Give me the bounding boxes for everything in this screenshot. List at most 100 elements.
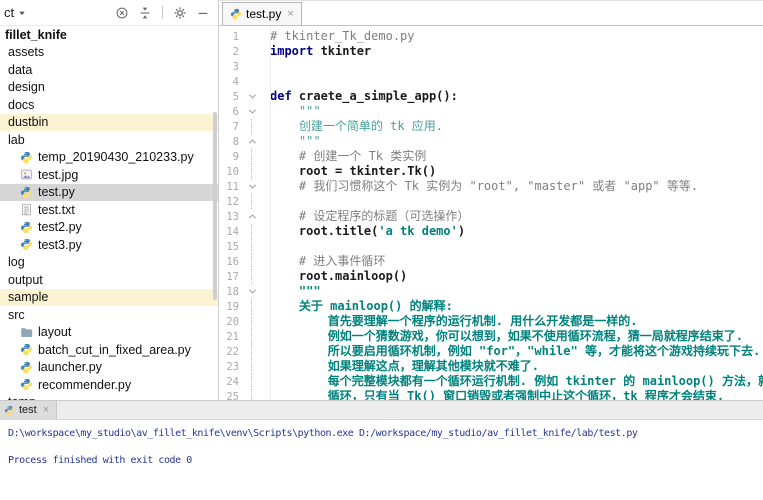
- tree-item-lab[interactable]: lab: [0, 131, 218, 149]
- tree-item-fillet_knife[interactable]: fillet_knife: [0, 26, 218, 44]
- line-number: 24: [219, 376, 245, 388]
- tree-item-log[interactable]: log: [0, 254, 218, 272]
- fold-column: [245, 359, 259, 374]
- project-panel: ct: [0, 0, 219, 400]
- fold-down-icon[interactable]: [245, 104, 259, 119]
- hide-panel-icon[interactable]: [194, 4, 212, 22]
- console-tab-bar: test ×: [0, 401, 763, 420]
- code-text: # tkinter_Tk_demo.py: [259, 29, 415, 44]
- tree-item-label: batch_cut_in_fixed_area.py: [38, 343, 191, 357]
- code-line-13: 13 # 设定程序的标题（可选操作）: [219, 209, 763, 224]
- code-line-21: 21 例如一个猜数游戏，你可以想到，如果不使用循环流程，猜一局就程序结束了.: [219, 329, 763, 344]
- python-file-icon: [230, 8, 242, 20]
- tree-item-design[interactable]: design: [0, 79, 218, 97]
- line-number: 18: [219, 286, 245, 298]
- code-line-3: 3: [219, 59, 763, 74]
- tree-item-layout[interactable]: layout: [0, 324, 218, 342]
- locate-file-icon[interactable]: [113, 4, 131, 22]
- code-text: """: [259, 284, 321, 299]
- fold-column: [245, 224, 259, 239]
- tree-item-label: launcher.py: [38, 360, 102, 374]
- code-line-18: 18 """: [219, 284, 763, 299]
- tree-item-test2.py[interactable]: test2.py: [0, 219, 218, 237]
- tree-item-src[interactable]: src: [0, 306, 218, 324]
- code-text: """: [259, 104, 321, 119]
- collapse-all-icon[interactable]: [136, 4, 154, 22]
- tree-item-data[interactable]: data: [0, 61, 218, 79]
- ide-window: ct: [0, 0, 763, 500]
- editor-tab-test-py[interactable]: test.py ×: [222, 2, 302, 25]
- fold-column: [245, 119, 259, 134]
- tree-item-launcher.py[interactable]: launcher.py: [0, 359, 218, 377]
- code-line-5: 5def craete_a_simple_app():: [219, 89, 763, 104]
- fold-column: [245, 164, 259, 179]
- tree-item-temp_20190430_210233.py[interactable]: temp_20190430_210233.py: [0, 149, 218, 167]
- fold-column: [245, 74, 259, 89]
- code-line-11: 11 # 我们习惯称这个 Tk 实例为 "root", "master" 或者 …: [219, 179, 763, 194]
- tree-item-label: test.jpg: [38, 168, 78, 182]
- fold-column: [245, 149, 259, 164]
- project-toolbar: [113, 4, 212, 22]
- code-line-8: 8 """: [219, 134, 763, 149]
- tree-item-test3.py[interactable]: test3.py: [0, 236, 218, 254]
- tree-item-output[interactable]: output: [0, 271, 218, 289]
- tree-item-test.txt[interactable]: test.txt: [0, 201, 218, 219]
- chevron-down-icon: [18, 5, 26, 20]
- toolbar-divider: [162, 6, 163, 19]
- line-number: 13: [219, 211, 245, 223]
- close-tab-icon[interactable]: ×: [287, 9, 293, 20]
- tree-scrollbar[interactable]: [213, 112, 217, 300]
- tree-item-test.jpg[interactable]: test.jpg: [0, 166, 218, 184]
- close-console-tab-icon[interactable]: ×: [43, 405, 49, 416]
- console-tab-label: test: [19, 404, 37, 416]
- fold-down-icon[interactable]: [245, 179, 259, 194]
- console-line: Process finished with exit code 0: [8, 454, 763, 468]
- python-run-icon: [4, 405, 15, 416]
- tree-item-label: recommender.py: [38, 378, 131, 392]
- project-view-selector[interactable]: ct: [4, 5, 26, 20]
- code-text: 所以要启用循环机制，例如 "for"，"while" 等，才能将这个游戏持续玩下…: [259, 344, 760, 359]
- tree-item-assets[interactable]: assets: [0, 44, 218, 62]
- line-number: 17: [219, 271, 245, 283]
- line-number: 1: [219, 31, 245, 43]
- fold-down-icon[interactable]: [245, 89, 259, 104]
- tree-item-label: test3.py: [38, 238, 82, 252]
- tree-item-label: design: [8, 80, 45, 94]
- editor-tab-label: test.py: [246, 7, 281, 21]
- tree-item-label: temp: [8, 395, 36, 400]
- tree-item-dustbin[interactable]: dustbin: [0, 114, 218, 132]
- fold-up-icon[interactable]: [245, 134, 259, 149]
- tree-item-docs[interactable]: docs: [0, 96, 218, 114]
- code-line-22: 22 所以要启用循环机制，例如 "for"，"while" 等，才能将这个游戏持…: [219, 344, 763, 359]
- editor-panel: test.py × 1 # tkinter_Tk_demo.py2import t…: [219, 0, 763, 400]
- code-editor[interactable]: 1# tkinter_Tk_demo.py2import tkinter345d…: [219, 26, 763, 400]
- line-number: 15: [219, 241, 245, 253]
- code-line-6: 6 """: [219, 104, 763, 119]
- tree-item-temp[interactable]: temp: [0, 394, 218, 401]
- gutter-separator: [270, 26, 271, 400]
- tree-item-label: docs: [8, 98, 34, 112]
- fold-up-icon[interactable]: [245, 209, 259, 224]
- code-text: def craete_a_simple_app():: [259, 89, 458, 104]
- project-tree: fillet_knifeassetsdatadesigndocsdustbinl…: [0, 26, 218, 400]
- fold-down-icon[interactable]: [245, 284, 259, 299]
- tree-item-batch_cut_in_fixed_area.py[interactable]: batch_cut_in_fixed_area.py: [0, 341, 218, 359]
- tree-item-sample[interactable]: sample: [0, 289, 218, 307]
- project-view-label: ct: [4, 5, 14, 20]
- text-file-icon: [20, 203, 33, 216]
- code-text: 首先要理解一个程序的运行机制. 用什么开发都是一样的.: [259, 314, 637, 329]
- console-output[interactable]: D:\workspace\my_studio\av_fillet_knife\v…: [0, 420, 763, 468]
- code-line-14: 14 root.title('a tk demo'): [219, 224, 763, 239]
- tree-item-recommender.py[interactable]: recommender.py: [0, 376, 218, 394]
- line-number: 19: [219, 301, 245, 313]
- settings-gear-icon[interactable]: [171, 4, 189, 22]
- code-line-2: 2import tkinter: [219, 44, 763, 59]
- code-line-15: 15: [219, 239, 763, 254]
- code-text: # 设定程序的标题（可选操作）: [259, 209, 469, 224]
- line-number: 6: [219, 106, 245, 118]
- folder-file-icon: [20, 326, 33, 339]
- tree-item-test.py[interactable]: test.py: [0, 184, 218, 202]
- console-tab-test[interactable]: test ×: [0, 401, 57, 419]
- main-area: ct: [0, 0, 763, 400]
- code-text: # 我们习惯称这个 Tk 实例为 "root", "master" 或者 "ap…: [259, 179, 698, 194]
